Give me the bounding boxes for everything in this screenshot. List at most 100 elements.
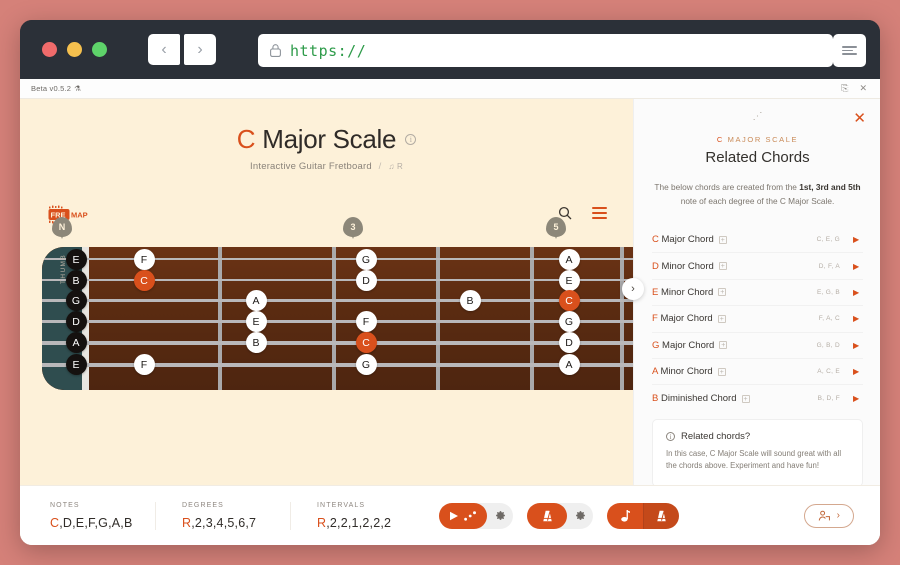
close-icon[interactable]: ✕ [859,84,867,93]
fret-marker: 5 [546,217,566,242]
fretboard-note[interactable]: C [134,270,155,291]
expand-chord-icon[interactable]: + [742,395,750,403]
chord-notes: B, D, F [818,395,840,402]
browser-window: ‹ › https:// Beta v0.5.2 ⚗ ⎘ ✕ [20,20,880,545]
metronome-toggle[interactable] [643,503,679,529]
fretboard-note[interactable]: G [356,249,377,270]
panel-title: Related Chords [634,149,880,166]
metronome-settings-button[interactable] [567,503,593,529]
guitar-string [42,341,642,345]
subtitle-separator: / [379,161,382,172]
footer-column-label: DEGREES [182,502,290,509]
share-button[interactable]: › [804,504,854,528]
chord-root: C [652,234,659,245]
expand-chord-icon[interactable]: + [719,236,727,244]
address-bar[interactable]: https:// [258,34,833,67]
chord-quality: Major Chord [659,234,714,245]
music-note-toggle[interactable] [607,503,643,529]
panel-desc-bold: 1st, 3rd and 5th [799,182,860,192]
fretboard-pane: FRE MAP C Major Scalei Interactive Guita… [20,99,633,545]
play-icon [449,511,459,521]
next-frets-button[interactable]: › [622,278,644,300]
play-icon[interactable]: ▶ [853,262,863,271]
fretboard-note[interactable]: G [559,311,580,332]
chord-notes: G, B, D [817,342,840,349]
footer-column-value: R,2,3,4,5,6,7 [182,516,290,530]
page-subtitle: Interactive Guitar Fretboard / ♫ R [20,161,633,172]
fretboard-note[interactable]: D [559,332,580,353]
play-settings-button[interactable] [487,503,513,529]
metronome-button[interactable] [527,503,567,529]
chord-row[interactable]: E Minor Chord+E, G, B▶ [652,280,863,306]
minimize-window-button[interactable] [67,42,82,57]
subtitle-text: Interactive Guitar Fretboard [250,161,372,172]
footer-column: NOTESC,D,E,F,G,A,B [20,502,155,530]
fretboard-note[interactable]: A [559,249,580,270]
close-window-button[interactable] [42,42,57,57]
fretboard-note[interactable]: F [356,311,377,332]
footer-value-rest: ,D,E,F,G,A,B [59,516,132,530]
expand-chord-icon[interactable]: + [718,288,726,296]
fretboard-note[interactable]: F [134,354,155,375]
pin-icon[interactable]: ⎘ [841,84,848,93]
fretboard-note[interactable]: C [559,290,580,311]
play-icon[interactable]: ▶ [853,394,863,403]
chord-quality: Minor Chord [658,366,713,377]
footer-columns: NOTESC,D,E,F,G,A,BDEGREESR,2,3,4,5,6,7IN… [20,502,425,530]
fretboard-note[interactable]: B [246,332,267,353]
play-control-group [439,503,513,529]
drag-handle-icon[interactable]: ⋰ [634,111,880,122]
footer-value-rest: ,2,3,4,5,6,7 [191,516,256,530]
chord-row[interactable]: B Diminished Chord+B, D, F▶ [652,385,863,411]
navigation-buttons: ‹ › [148,34,216,65]
browser-menu-button[interactable] [833,34,866,67]
open-string-note[interactable]: D [66,311,87,332]
fretboard-note[interactable]: C [356,332,377,353]
play-icon[interactable]: ▶ [853,341,863,350]
close-icon[interactable]: ✕ [853,111,866,126]
chord-name: D Minor Chord [652,261,714,272]
chord-row[interactable]: C Major Chord + C, E, G ▶ [652,227,863,253]
open-string-note[interactable]: E [66,354,87,375]
open-string-note[interactable]: B [66,270,87,291]
expand-chord-icon[interactable]: + [718,368,726,376]
chord-quality: Minor Chord [658,287,713,298]
related-chords-panel: ⋰ ✕ C MAJOR SCALE Related Chords The bel… [633,99,880,545]
play-icon[interactable]: ▶ [853,314,863,323]
fretboard-wood [42,247,642,390]
fretboard-surface[interactable] [42,247,642,390]
fretboard-note[interactable]: G [356,354,377,375]
expand-chord-icon[interactable]: + [719,262,727,270]
fret-marker: N [52,217,72,242]
chord-row[interactable]: A Minor Chord+A, C, E▶ [652,359,863,385]
fretboard-note[interactable]: B [460,290,481,311]
fretboard-note[interactable]: D [356,270,377,291]
fretboard-note[interactable]: E [559,270,580,291]
open-string-note[interactable]: E [66,249,87,270]
play-icon[interactable]: ▶ [853,235,863,244]
beta-badge: Beta v0.5.2 [31,84,71,93]
fretboard-note[interactable]: A [246,290,267,311]
fretboard-note[interactable]: F [134,249,155,270]
panel-kicker-accent: C [717,135,724,144]
panel-desc-post: note of each degree of the C Major Scale… [681,196,835,206]
fret-line [218,247,222,390]
fretboard-note[interactable]: E [246,311,267,332]
back-button[interactable]: ‹ [148,34,180,65]
expand-chord-icon[interactable]: + [719,341,727,349]
forward-button[interactable]: › [184,34,216,65]
maximize-window-button[interactable] [92,42,107,57]
open-string-note[interactable]: A [66,332,87,353]
play-icon[interactable]: ▶ [853,288,863,297]
info-icon[interactable]: i [405,134,416,145]
play-icon[interactable]: ▶ [853,367,863,376]
fretboard-note[interactable]: A [559,354,580,375]
menu-icon [842,45,857,57]
play-button[interactable] [439,503,487,529]
open-string-note[interactable]: G [66,290,87,311]
chord-row[interactable]: D Minor Chord+D, F, A▶ [652,253,863,279]
chord-row[interactable]: F Major Chord+F, A, C▶ [652,306,863,332]
expand-chord-icon[interactable]: + [718,315,726,323]
chord-notes: C, E, G [817,236,840,243]
chord-row[interactable]: G Major Chord+G, B, D▶ [652,333,863,359]
